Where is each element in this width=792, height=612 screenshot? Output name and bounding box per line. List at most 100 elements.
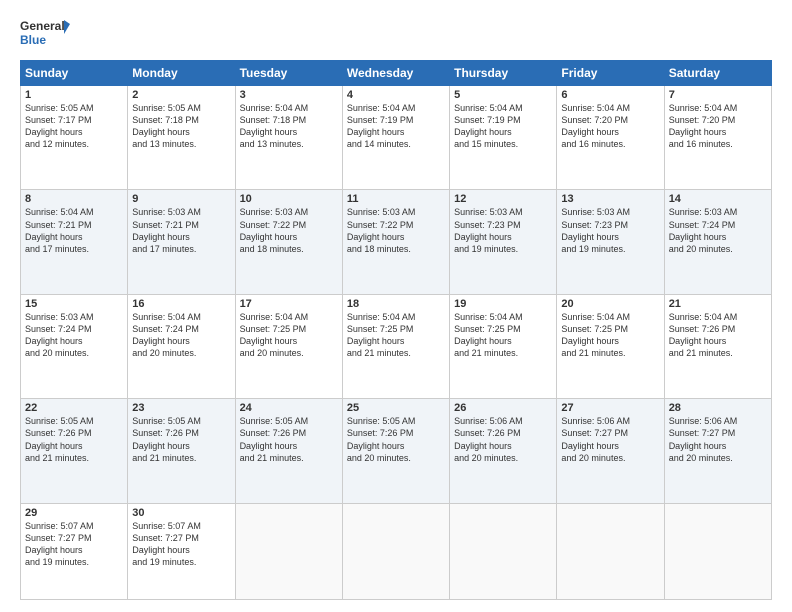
- calendar-cell: 25 Sunrise: 5:05 AM Sunset: 7:26 PM Dayl…: [342, 399, 449, 503]
- calendar-cell: 21 Sunrise: 5:04 AM Sunset: 7:26 PM Dayl…: [664, 294, 771, 398]
- day-info: Sunrise: 5:03 AM Sunset: 7:23 PM Dayligh…: [561, 206, 659, 255]
- calendar-cell: 4 Sunrise: 5:04 AM Sunset: 7:19 PM Dayli…: [342, 86, 449, 190]
- day-number: 17: [240, 298, 338, 310]
- day-number: 14: [669, 193, 767, 205]
- day-info: Sunrise: 5:07 AM Sunset: 7:27 PM Dayligh…: [25, 520, 123, 569]
- day-info: Sunrise: 5:03 AM Sunset: 7:21 PM Dayligh…: [132, 206, 230, 255]
- day-info: Sunrise: 5:05 AM Sunset: 7:26 PM Dayligh…: [240, 415, 338, 464]
- day-info: Sunrise: 5:05 AM Sunset: 7:26 PM Dayligh…: [347, 415, 445, 464]
- calendar-cell: [664, 503, 771, 599]
- day-info: Sunrise: 5:04 AM Sunset: 7:18 PM Dayligh…: [240, 102, 338, 151]
- calendar-day-header: Tuesday: [235, 61, 342, 86]
- day-info: Sunrise: 5:03 AM Sunset: 7:24 PM Dayligh…: [669, 206, 767, 255]
- calendar-cell: 3 Sunrise: 5:04 AM Sunset: 7:18 PM Dayli…: [235, 86, 342, 190]
- day-info: Sunrise: 5:04 AM Sunset: 7:25 PM Dayligh…: [347, 311, 445, 360]
- day-info: Sunrise: 5:06 AM Sunset: 7:27 PM Dayligh…: [561, 415, 659, 464]
- calendar-day-header: Friday: [557, 61, 664, 86]
- day-info: Sunrise: 5:03 AM Sunset: 7:23 PM Dayligh…: [454, 206, 552, 255]
- calendar-cell: 24 Sunrise: 5:05 AM Sunset: 7:26 PM Dayl…: [235, 399, 342, 503]
- calendar-cell: 18 Sunrise: 5:04 AM Sunset: 7:25 PM Dayl…: [342, 294, 449, 398]
- calendar-cell: [557, 503, 664, 599]
- calendar-day-header: Sunday: [21, 61, 128, 86]
- calendar-day-header: Monday: [128, 61, 235, 86]
- day-number: 16: [132, 298, 230, 310]
- day-info: Sunrise: 5:04 AM Sunset: 7:19 PM Dayligh…: [347, 102, 445, 151]
- day-info: Sunrise: 5:05 AM Sunset: 7:17 PM Dayligh…: [25, 102, 123, 151]
- day-info: Sunrise: 5:06 AM Sunset: 7:27 PM Dayligh…: [669, 415, 767, 464]
- day-info: Sunrise: 5:03 AM Sunset: 7:22 PM Dayligh…: [347, 206, 445, 255]
- svg-text:Blue: Blue: [20, 33, 46, 47]
- day-number: 1: [25, 89, 123, 101]
- header: General Blue: [20, 16, 772, 52]
- calendar-cell: 28 Sunrise: 5:06 AM Sunset: 7:27 PM Dayl…: [664, 399, 771, 503]
- logo: General Blue: [20, 16, 70, 52]
- day-number: 20: [561, 298, 659, 310]
- day-info: Sunrise: 5:05 AM Sunset: 7:26 PM Dayligh…: [25, 415, 123, 464]
- day-info: Sunrise: 5:04 AM Sunset: 7:20 PM Dayligh…: [669, 102, 767, 151]
- calendar-header-row: SundayMondayTuesdayWednesdayThursdayFrid…: [21, 61, 772, 86]
- day-number: 4: [347, 89, 445, 101]
- calendar-cell: 15 Sunrise: 5:03 AM Sunset: 7:24 PM Dayl…: [21, 294, 128, 398]
- day-info: Sunrise: 5:04 AM Sunset: 7:21 PM Dayligh…: [25, 206, 123, 255]
- calendar-day-header: Saturday: [664, 61, 771, 86]
- svg-text:General: General: [20, 19, 65, 33]
- day-number: 6: [561, 89, 659, 101]
- day-info: Sunrise: 5:06 AM Sunset: 7:26 PM Dayligh…: [454, 415, 552, 464]
- day-number: 12: [454, 193, 552, 205]
- calendar-cell: 2 Sunrise: 5:05 AM Sunset: 7:18 PM Dayli…: [128, 86, 235, 190]
- day-info: Sunrise: 5:04 AM Sunset: 7:20 PM Dayligh…: [561, 102, 659, 151]
- day-number: 22: [25, 402, 123, 414]
- calendar-cell: [450, 503, 557, 599]
- calendar-cell: 29 Sunrise: 5:07 AM Sunset: 7:27 PM Dayl…: [21, 503, 128, 599]
- calendar-day-header: Wednesday: [342, 61, 449, 86]
- day-number: 24: [240, 402, 338, 414]
- calendar-cell: 17 Sunrise: 5:04 AM Sunset: 7:25 PM Dayl…: [235, 294, 342, 398]
- day-info: Sunrise: 5:04 AM Sunset: 7:25 PM Dayligh…: [454, 311, 552, 360]
- day-info: Sunrise: 5:05 AM Sunset: 7:18 PM Dayligh…: [132, 102, 230, 151]
- day-number: 27: [561, 402, 659, 414]
- day-info: Sunrise: 5:04 AM Sunset: 7:19 PM Dayligh…: [454, 102, 552, 151]
- calendar-cell: [235, 503, 342, 599]
- day-number: 9: [132, 193, 230, 205]
- day-info: Sunrise: 5:04 AM Sunset: 7:24 PM Dayligh…: [132, 311, 230, 360]
- logo-svg: General Blue: [20, 16, 70, 52]
- calendar-cell: 6 Sunrise: 5:04 AM Sunset: 7:20 PM Dayli…: [557, 86, 664, 190]
- day-number: 11: [347, 193, 445, 205]
- day-info: Sunrise: 5:04 AM Sunset: 7:25 PM Dayligh…: [561, 311, 659, 360]
- day-number: 5: [454, 89, 552, 101]
- calendar-cell: 13 Sunrise: 5:03 AM Sunset: 7:23 PM Dayl…: [557, 190, 664, 294]
- day-info: Sunrise: 5:04 AM Sunset: 7:26 PM Dayligh…: [669, 311, 767, 360]
- day-number: 21: [669, 298, 767, 310]
- day-number: 25: [347, 402, 445, 414]
- calendar-cell: 30 Sunrise: 5:07 AM Sunset: 7:27 PM Dayl…: [128, 503, 235, 599]
- calendar-cell: 14 Sunrise: 5:03 AM Sunset: 7:24 PM Dayl…: [664, 190, 771, 294]
- day-info: Sunrise: 5:07 AM Sunset: 7:27 PM Dayligh…: [132, 520, 230, 569]
- day-number: 30: [132, 507, 230, 519]
- day-number: 2: [132, 89, 230, 101]
- day-number: 29: [25, 507, 123, 519]
- page: General Blue SundayMondayTuesdayWednesda…: [0, 0, 792, 612]
- calendar-cell: 19 Sunrise: 5:04 AM Sunset: 7:25 PM Dayl…: [450, 294, 557, 398]
- calendar-cell: 16 Sunrise: 5:04 AM Sunset: 7:24 PM Dayl…: [128, 294, 235, 398]
- day-number: 19: [454, 298, 552, 310]
- day-number: 15: [25, 298, 123, 310]
- calendar-cell: [342, 503, 449, 599]
- day-number: 7: [669, 89, 767, 101]
- calendar-cell: 27 Sunrise: 5:06 AM Sunset: 7:27 PM Dayl…: [557, 399, 664, 503]
- calendar-cell: 26 Sunrise: 5:06 AM Sunset: 7:26 PM Dayl…: [450, 399, 557, 503]
- calendar-day-header: Thursday: [450, 61, 557, 86]
- day-number: 18: [347, 298, 445, 310]
- calendar-cell: 8 Sunrise: 5:04 AM Sunset: 7:21 PM Dayli…: [21, 190, 128, 294]
- day-number: 8: [25, 193, 123, 205]
- calendar-cell: 23 Sunrise: 5:05 AM Sunset: 7:26 PM Dayl…: [128, 399, 235, 503]
- day-info: Sunrise: 5:05 AM Sunset: 7:26 PM Dayligh…: [132, 415, 230, 464]
- day-number: 28: [669, 402, 767, 414]
- calendar-cell: 20 Sunrise: 5:04 AM Sunset: 7:25 PM Dayl…: [557, 294, 664, 398]
- day-number: 3: [240, 89, 338, 101]
- calendar-cell: 12 Sunrise: 5:03 AM Sunset: 7:23 PM Dayl…: [450, 190, 557, 294]
- calendar-cell: 7 Sunrise: 5:04 AM Sunset: 7:20 PM Dayli…: [664, 86, 771, 190]
- day-number: 23: [132, 402, 230, 414]
- day-number: 13: [561, 193, 659, 205]
- calendar-cell: 1 Sunrise: 5:05 AM Sunset: 7:17 PM Dayli…: [21, 86, 128, 190]
- day-info: Sunrise: 5:03 AM Sunset: 7:22 PM Dayligh…: [240, 206, 338, 255]
